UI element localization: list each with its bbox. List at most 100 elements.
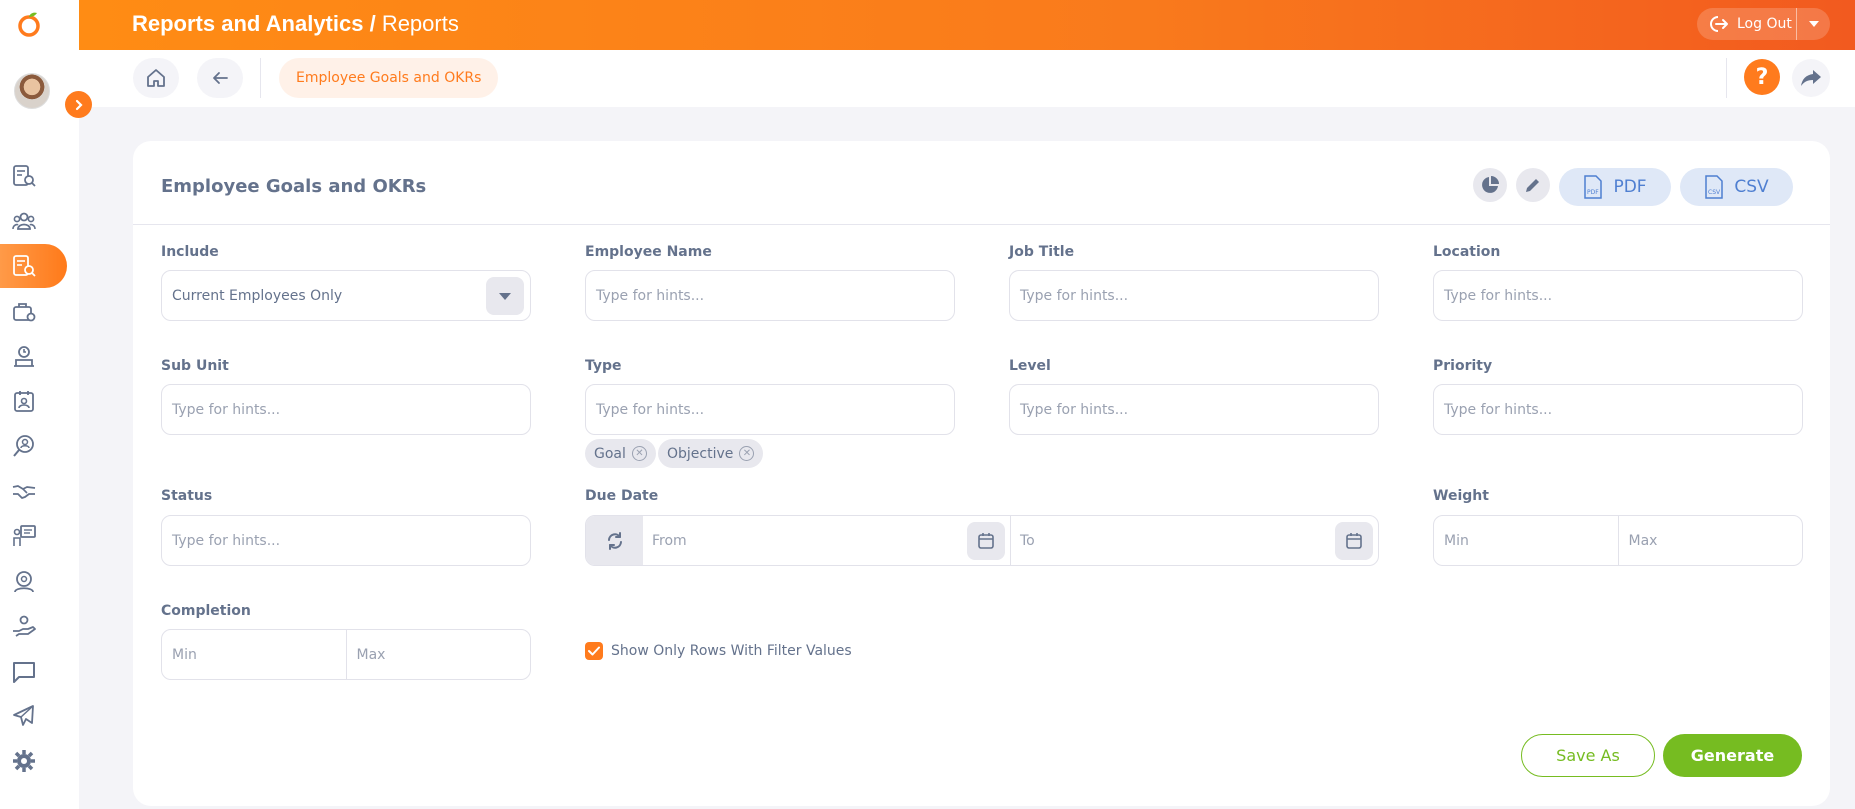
- sidebar-item-time[interactable]: [0, 335, 67, 379]
- sidebar-item-travel[interactable]: [0, 694, 67, 738]
- priority-input[interactable]: Type for hints...: [1433, 384, 1803, 435]
- home-icon: [147, 69, 165, 87]
- chart-button[interactable]: [1473, 168, 1507, 202]
- share-icon: [1801, 70, 1821, 86]
- edit-button[interactable]: [1516, 168, 1550, 202]
- type-chip-objective: Objective ✕: [658, 439, 764, 468]
- orangehrm-logo-icon[interactable]: [16, 10, 44, 38]
- refresh-icon: [607, 531, 622, 550]
- type-input[interactable]: Type for hints...: [585, 384, 955, 435]
- breadcrumb-current[interactable]: Employee Goals and OKRs: [279, 58, 499, 98]
- report-card: Employee Goals and OKRs PDF PDF CSV CSV …: [133, 141, 1830, 806]
- type-chip-goal: Goal ✕: [585, 439, 656, 468]
- csv-label: CSV: [1734, 177, 1769, 197]
- save-as-button[interactable]: Save As: [1521, 734, 1655, 777]
- employee-name-input[interactable]: Type for hints...: [585, 270, 955, 321]
- weight-max-input[interactable]: Max: [1617, 516, 1803, 565]
- show-only-rows-option: Show Only Rows With Filter Values: [585, 642, 852, 660]
- top-header: Reports and Analytics / Reports Log Out: [79, 0, 1855, 50]
- due-date-from-input[interactable]: From: [643, 516, 1010, 565]
- level-input[interactable]: Type for hints...: [1009, 384, 1379, 435]
- remove-chip-icon[interactable]: ✕: [739, 446, 755, 461]
- weight-min-input[interactable]: Min: [1434, 516, 1618, 565]
- date-range-toggle-button[interactable]: [586, 516, 643, 565]
- briefcase-settings-icon: [13, 303, 36, 322]
- sub-unit-input[interactable]: Type for hints...: [161, 384, 531, 435]
- sidebar: [0, 0, 92, 809]
- sidebar-item-chat[interactable]: [0, 650, 67, 694]
- sidebar-item-benefits[interactable]: [0, 605, 67, 649]
- calendar-icon: [978, 533, 994, 549]
- help-icon: ?: [1755, 64, 1769, 90]
- completion-max-input[interactable]: Max: [345, 630, 531, 679]
- pdf-file-tag: PDF: [1587, 189, 1599, 196]
- caret-down-icon: [1808, 21, 1819, 27]
- to-calendar-button[interactable]: [1335, 522, 1373, 560]
- include-select[interactable]: Current Employees Only: [161, 270, 531, 321]
- people-icon: [12, 212, 36, 230]
- logout-icon: [1710, 16, 1728, 32]
- presentation-icon: [13, 525, 36, 546]
- pencil-icon: [1526, 179, 1539, 192]
- calendar-person-icon: [14, 391, 34, 412]
- status-input[interactable]: Type for hints...: [161, 515, 531, 566]
- show-only-rows-checkbox[interactable]: [585, 642, 603, 660]
- avatar[interactable]: [14, 73, 50, 109]
- job-title-input[interactable]: Type for hints...: [1009, 270, 1379, 321]
- show-only-rows-label: Show Only Rows With Filter Values: [611, 643, 852, 659]
- csv-file-tag: CSV: [1708, 189, 1721, 196]
- title-separator: /: [363, 11, 382, 36]
- sidebar-item-briefcase[interactable]: [0, 290, 67, 334]
- weight-label: Weight: [1433, 488, 1489, 504]
- generate-button[interactable]: Generate: [1663, 734, 1802, 777]
- handshake-icon: [12, 485, 36, 499]
- sidebar-item-report-search[interactable]: [0, 244, 67, 288]
- export-csv-button[interactable]: CSV CSV: [1680, 168, 1793, 206]
- level-label: Level: [1009, 358, 1051, 374]
- sub-unit-label: Sub Unit: [161, 358, 229, 374]
- include-value: Current Employees Only: [172, 287, 343, 304]
- share-button[interactable]: [1792, 59, 1830, 97]
- csv-file-icon: CSV: [1705, 175, 1724, 199]
- due-date-range: From To: [585, 515, 1379, 566]
- completion-range: Min Max: [161, 629, 531, 680]
- caret-down-icon: [499, 292, 511, 300]
- back-button[interactable]: [197, 58, 243, 98]
- chip-label: Objective: [667, 445, 734, 462]
- home-button[interactable]: [133, 58, 179, 98]
- module-title: Reports and Analytics: [132, 11, 364, 36]
- chip-label: Goal: [594, 445, 626, 462]
- sidebar-item-performance[interactable]: [0, 514, 67, 558]
- report-title: Employee Goals and OKRs: [161, 176, 427, 197]
- pdf-label: PDF: [1613, 177, 1647, 197]
- sidebar-item-handshake[interactable]: [0, 469, 67, 513]
- chevron-right-icon: [75, 99, 83, 110]
- due-date-to-input[interactable]: To: [1010, 516, 1378, 565]
- location-input[interactable]: Type for hints...: [1433, 270, 1803, 321]
- help-button[interactable]: ?: [1744, 59, 1780, 95]
- report-search-icon: [13, 255, 36, 277]
- logout-button[interactable]: Log Out: [1697, 8, 1796, 40]
- reports-icon: [13, 165, 36, 187]
- from-calendar-button[interactable]: [967, 522, 1005, 560]
- remove-chip-icon[interactable]: ✕: [631, 446, 647, 461]
- hand-coin-icon: [13, 615, 36, 637]
- settings-icon: [13, 750, 35, 772]
- sidebar-item-settings[interactable]: [0, 739, 67, 783]
- export-pdf-button[interactable]: PDF PDF: [1559, 168, 1671, 206]
- sidebar-item-people[interactable]: [0, 199, 67, 243]
- calendar-icon: [1346, 533, 1362, 549]
- weight-range: Min Max: [1433, 515, 1803, 566]
- chat-icon: [13, 662, 35, 683]
- sidebar-item-award[interactable]: [0, 560, 67, 604]
- include-label: Include: [161, 244, 219, 260]
- priority-label: Priority: [1433, 358, 1493, 374]
- sidebar-item-reports[interactable]: [0, 154, 67, 198]
- sidebar-toggle-button[interactable]: [65, 91, 92, 118]
- logout-menu-button[interactable]: [1797, 21, 1830, 27]
- sidebar-item-recruitment[interactable]: [0, 424, 67, 468]
- completion-min-input[interactable]: Min: [162, 630, 346, 679]
- include-dropdown-button[interactable]: [486, 277, 524, 315]
- toolbar-divider: [260, 58, 261, 98]
- sidebar-item-calendar[interactable]: [0, 379, 67, 423]
